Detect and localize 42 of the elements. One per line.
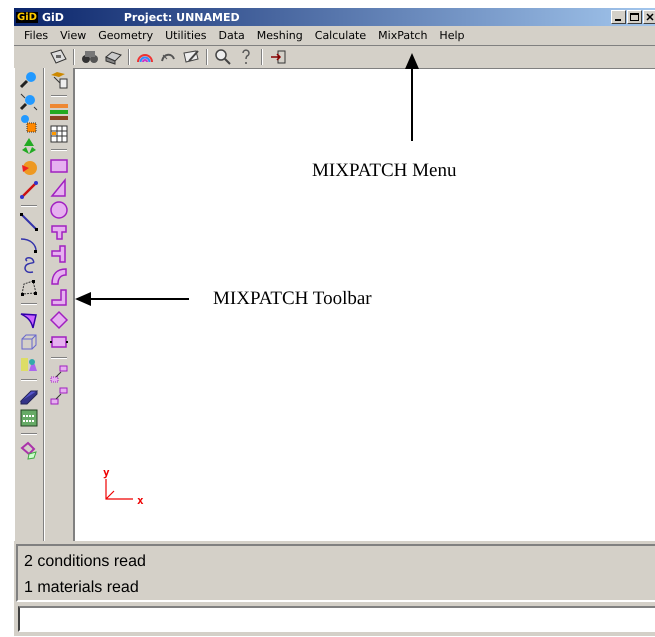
polygon-icon[interactable] <box>19 278 39 298</box>
gid-mix-icon[interactable] <box>49 70 69 90</box>
sphere-icon[interactable] <box>19 158 39 178</box>
menu-item[interactable]: Files <box>18 29 54 42</box>
annotation-label: MIXPATCH Toolbar <box>213 288 372 310</box>
layers-icon[interactable] <box>49 102 69 122</box>
elbow-icon[interactable] <box>49 288 69 308</box>
zoom-frame-icon[interactable] <box>19 114 39 134</box>
menu-item[interactable]: Calculate <box>308 29 372 42</box>
diamond-icon[interactable] <box>49 310 69 330</box>
menu-item[interactable]: MixPatch <box>372 29 434 42</box>
menu-item[interactable]: Geometry <box>92 29 160 42</box>
message-line: 2 conditions read <box>24 552 147 572</box>
menu-item[interactable]: Meshing <box>250 29 309 42</box>
app-logo: GiD <box>16 12 38 22</box>
window-title: Project: UNNAMED <box>124 10 241 24</box>
minimize-icon[interactable] <box>611 10 626 24</box>
tee-junction-icon[interactable] <box>49 244 69 264</box>
command-field[interactable] <box>18 606 655 632</box>
table-icon[interactable] <box>49 124 69 144</box>
mesh-icon[interactable] <box>19 440 39 460</box>
link-icon[interactable] <box>49 386 69 406</box>
zoom-icon[interactable] <box>213 47 233 67</box>
triangle-icon[interactable] <box>49 178 69 198</box>
connect-icon[interactable] <box>49 364 69 384</box>
message-line: 1 materials read <box>24 578 140 598</box>
menu-item[interactable]: View <box>54 29 92 42</box>
document-icon[interactable] <box>19 408 39 428</box>
bend-icon[interactable] <box>49 266 69 286</box>
close-icon[interactable] <box>643 10 655 24</box>
annotation-label: MIXPATCH Menu <box>312 160 456 182</box>
menu-item[interactable]: Help <box>433 29 470 42</box>
circle-icon[interactable] <box>49 200 69 220</box>
zoom-in-icon[interactable] <box>19 70 39 90</box>
axis-label: y <box>103 467 110 478</box>
line-icon[interactable] <box>19 212 39 232</box>
axis-label: x <box>137 495 144 506</box>
maximize-icon[interactable] <box>627 10 642 24</box>
zoom-out-icon[interactable] <box>19 92 39 112</box>
app-name: GiD <box>42 10 64 24</box>
menu-item[interactable]: Data <box>212 29 251 42</box>
menu-item[interactable]: Utilities <box>159 29 213 42</box>
